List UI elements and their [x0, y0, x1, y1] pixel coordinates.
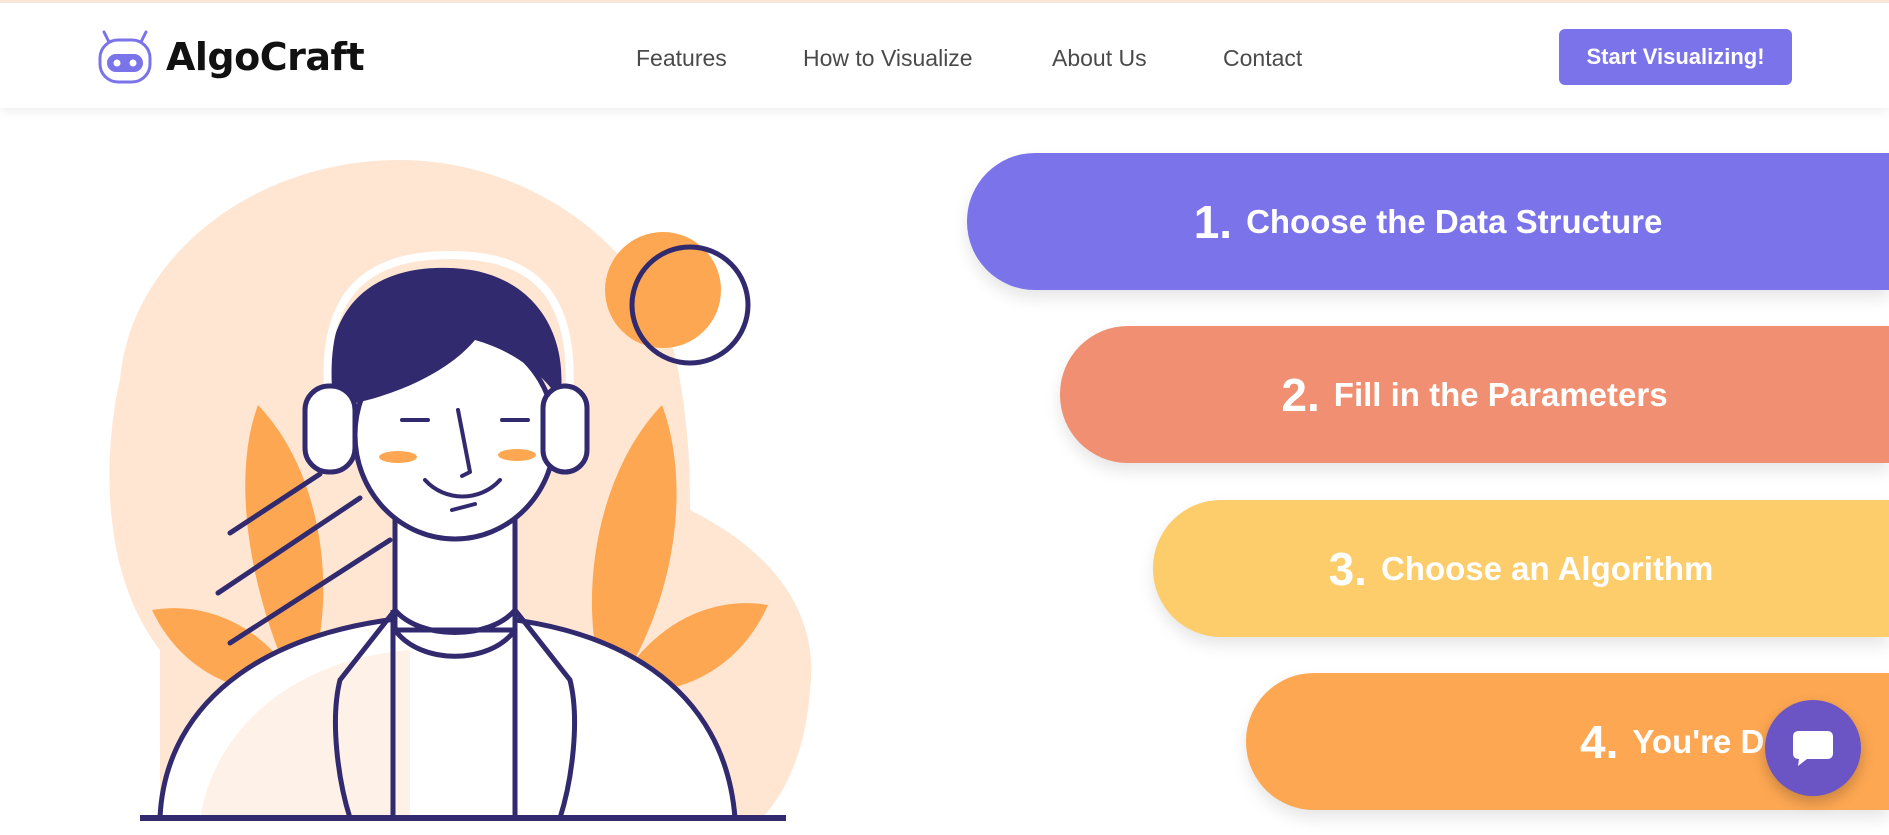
step-card-3[interactable]: 3. Choose an Algorithm: [1153, 500, 1889, 637]
step-number: 4.: [1580, 715, 1619, 768]
nav-link-contact[interactable]: Contact: [1223, 45, 1302, 72]
brand[interactable]: AlgoCraft: [96, 29, 365, 85]
step-card-2[interactable]: 2. Fill in the Parameters: [1060, 326, 1889, 463]
step-number: 3.: [1328, 542, 1367, 595]
start-visualizing-button[interactable]: Start Visualizing!: [1559, 29, 1792, 85]
step-label: Choose an Algorithm: [1380, 549, 1714, 587]
person-with-headphones-illustration: [109, 160, 812, 821]
chat-bubble-icon: [1793, 731, 1833, 766]
brand-name: AlgoCraft: [166, 35, 365, 79]
robot-logo-icon: [98, 30, 152, 84]
nav-link-how-to-visualize[interactable]: How to Visualize: [803, 45, 973, 72]
step-number: 2.: [1281, 368, 1320, 421]
hero-illustration: [100, 150, 840, 830]
step-number: 1.: [1193, 195, 1233, 248]
step-label: Choose the Data Structure: [1246, 202, 1663, 240]
step-card-1[interactable]: 1. Choose the Data Structure: [967, 153, 1889, 290]
nav-link-features[interactable]: Features: [636, 45, 727, 72]
chat-widget-button[interactable]: [1765, 700, 1861, 796]
step-label: Fill in the Parameters: [1333, 375, 1668, 413]
nav-link-about-us[interactable]: About Us: [1052, 45, 1147, 72]
navbar: AlgoCraft Features How to Visualize Abou…: [0, 3, 1889, 108]
